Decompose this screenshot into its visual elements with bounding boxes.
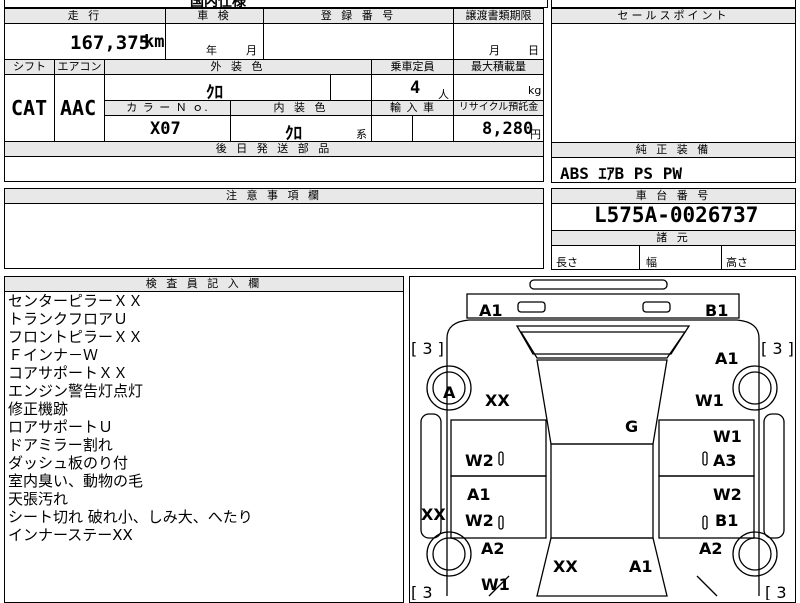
equipment-header: 純 正 装 備	[551, 142, 796, 158]
code-right-rear-quarter: A1	[715, 349, 739, 368]
bracket-left-top: [ 3 ]	[411, 339, 444, 358]
aircon-header: エアコン	[54, 59, 105, 75]
code-left-front-fender: A2	[481, 539, 505, 558]
inspection-header: 車 検	[165, 8, 264, 24]
inspector-notes-list: センターピラーＸＸ トランクフロアＵ フロントピラーＸＸ Ｆインナ－Ｗ コアサポ…	[8, 292, 253, 544]
note-line: 修正機跡	[8, 400, 69, 418]
interior-color-header: 内 装 色	[230, 100, 372, 116]
recycle-value: 8,280	[482, 119, 534, 139]
code-rear-bumper-left: A1	[479, 301, 503, 320]
inspector-notes-header: 検 査 員 記 入 欄	[4, 276, 404, 292]
code-right-front-door-top: W2	[713, 485, 742, 504]
later-parts-header: 後 日 発 送 部 品	[4, 141, 544, 157]
code-hood-left: XX	[553, 557, 578, 576]
import-car-header: 輸 入 車	[371, 100, 454, 116]
code-roof: G	[625, 417, 638, 436]
exterior-color-extra	[330, 74, 372, 101]
top-strip	[4, 0, 548, 8]
bracket-left-bottom: [ 3	[411, 583, 433, 600]
note-line: シート切れ 破れ小、しみ大、へたり	[8, 508, 253, 526]
equipment-value: ABS ｴｱB PS PW	[560, 164, 682, 183]
note-line: Ｆインナ－Ｗ	[8, 346, 99, 364]
sales-points-body	[551, 23, 796, 143]
code-left-front-bottom: W1	[481, 575, 510, 594]
code-right-rear-door-bottom: A3	[713, 451, 737, 470]
capacity-value: 4	[410, 78, 421, 98]
dimensions-header: 諸 元	[551, 230, 796, 246]
code-left-sill: XX	[421, 505, 446, 524]
code-left-rear-door: W2	[465, 451, 494, 470]
recycle-header: リサイクル預託金	[453, 100, 544, 116]
caution-header: 注 意 事 項 欄	[4, 188, 544, 204]
note-line: エンジン警告灯点灯	[8, 382, 144, 400]
shift-value: CAT	[11, 96, 48, 120]
code-rear-bumper-right: B1	[705, 301, 728, 320]
code-right-front-fender: A2	[699, 539, 723, 558]
max-load-header: 最大積載量	[453, 59, 544, 75]
later-parts-cell	[4, 156, 544, 182]
registration-cell	[263, 23, 454, 60]
note-line: フロントピラーＸＸ	[8, 328, 144, 346]
max-load-unit: kg	[528, 84, 542, 97]
dimensions-width-label: 幅	[646, 256, 657, 269]
code-right-front-door-bottom: B1	[715, 511, 738, 530]
dimensions-length-label: 長さ	[556, 256, 578, 269]
import-car-cell-b	[412, 115, 454, 142]
top-strip-right	[551, 0, 796, 8]
caution-cell	[4, 203, 544, 269]
recycle-unit: 円	[530, 128, 541, 141]
note-line: センターピラーＸＸ	[8, 292, 144, 310]
chassis-value: L575A-0026737	[594, 203, 759, 227]
color-no-header: カ ラ ー Ｎ ｏ.	[104, 100, 231, 116]
transfer-day-label: 日	[528, 44, 539, 57]
code-right-rear-door-top: W1	[713, 427, 742, 446]
shift-header: シフト	[4, 59, 55, 75]
aircon-value: AAC	[60, 96, 97, 120]
code-left-front-door-bottom: W2	[465, 511, 494, 530]
transfer-deadline-header: 譲渡書類期限	[453, 8, 544, 24]
note-line: インナーステーXX	[8, 526, 133, 544]
note-line: ドアミラー割れ	[8, 436, 113, 454]
bracket-right-top: [ 3 ]	[761, 339, 794, 358]
inspection-year-label: 年	[206, 44, 217, 57]
note-line: ダッシュ板のり付	[8, 454, 129, 472]
color-no-value: X07	[150, 119, 181, 139]
sales-points-header: セールスポイント	[551, 8, 796, 24]
bracket-right-bottom: [ 3	[765, 583, 787, 600]
registration-header: 登 録 番 号	[263, 8, 454, 24]
dimensions-height-label: 高さ	[726, 256, 748, 269]
note-line: トランクフロアＵ	[8, 310, 129, 328]
code-left-rear-quarter: XX	[485, 391, 510, 410]
code-left-front-door-top: A1	[467, 485, 491, 504]
chassis-header: 車 台 番 号	[551, 188, 796, 204]
transfer-month-label: 月	[489, 44, 500, 57]
mileage-header: 走 行	[4, 8, 166, 24]
mileage-unit: km	[144, 32, 165, 52]
exterior-color-header: 外 装 色	[104, 59, 372, 75]
note-line: 室内臭い、動物の毛	[8, 472, 144, 490]
note-line: ロアサポートＵ	[8, 418, 114, 436]
inspection-month-label: 月	[246, 44, 257, 57]
code-left-rear-wheel: A	[443, 383, 456, 402]
car-diagram: [ 3 ] [ 3 ] [ 3 [ 3 A1 B1 A1 A XX W1 G W…	[411, 279, 794, 600]
code-hood-right: A1	[629, 557, 653, 576]
mileage-value: 167,375	[70, 32, 151, 54]
note-line: 天張汚れ	[8, 490, 69, 508]
note-line: コアサポートＸＸ	[8, 364, 129, 382]
import-car-cell-a	[371, 115, 413, 142]
code-right-rear-wheel-area: W1	[695, 391, 724, 410]
capacity-header: 乗車定員	[371, 59, 454, 75]
interior-color-suffix: 系	[356, 128, 367, 141]
